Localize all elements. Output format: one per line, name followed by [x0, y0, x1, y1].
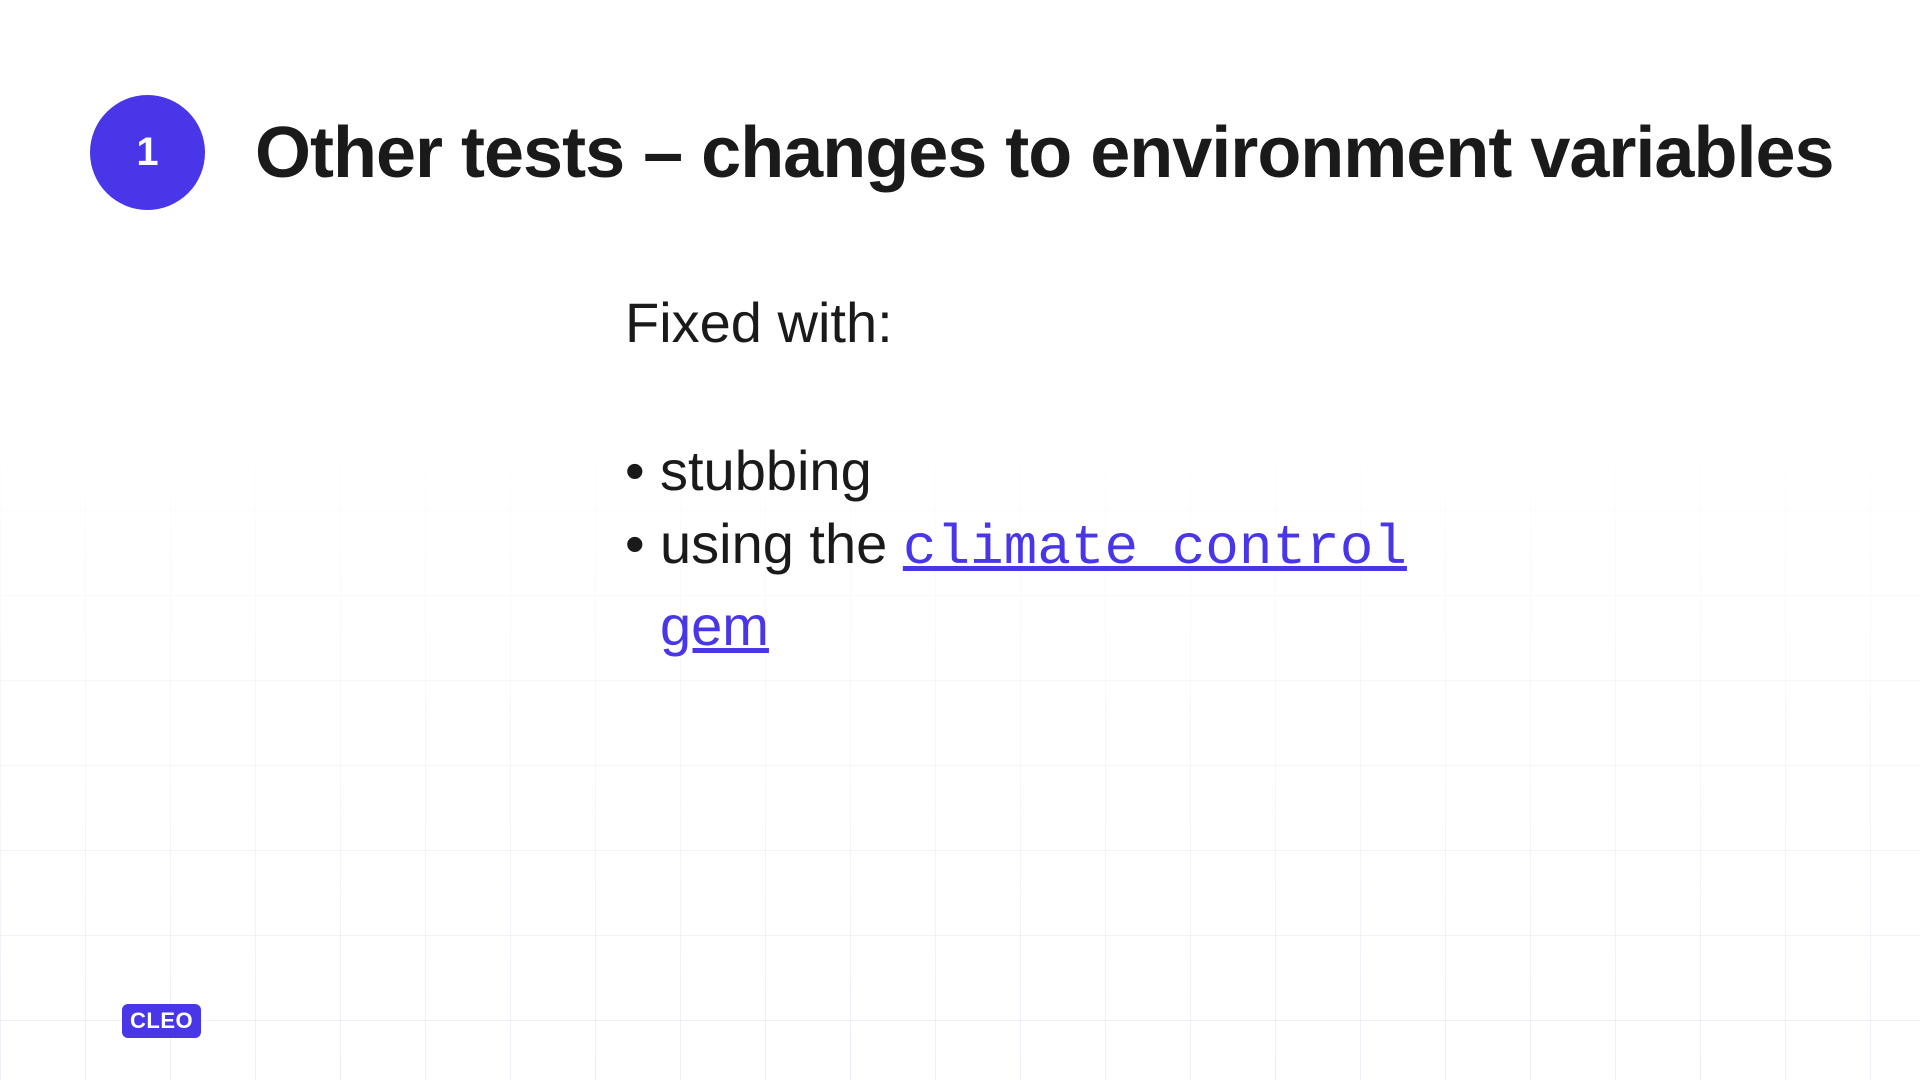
bullet-text: stubbing [660, 439, 872, 502]
brand-logo-text: CLEO [130, 1008, 193, 1033]
slide-title: Other tests – changes to environment var… [255, 112, 1834, 194]
slide-header: 1 Other tests – changes to environment v… [0, 0, 1920, 210]
brand-logo: CLEO [122, 1004, 201, 1038]
bullet-list: stubbing using the climate_control gem [625, 435, 1920, 662]
bullet-item: stubbing [625, 435, 1920, 508]
slide-number-badge: 1 [90, 95, 205, 210]
gem-link-text[interactable]: gem [660, 594, 769, 657]
bullet-item: using the climate_control gem [625, 508, 1920, 663]
gem-link-code[interactable]: climate_control [903, 516, 1407, 580]
bullet-prefix: using the [660, 512, 903, 575]
intro-text: Fixed with: [625, 290, 1920, 355]
slide-body: Fixed with: stubbing using the climate_c… [0, 210, 1920, 662]
slide-number: 1 [136, 130, 158, 175]
slide-content: 1 Other tests – changes to environment v… [0, 0, 1920, 1080]
